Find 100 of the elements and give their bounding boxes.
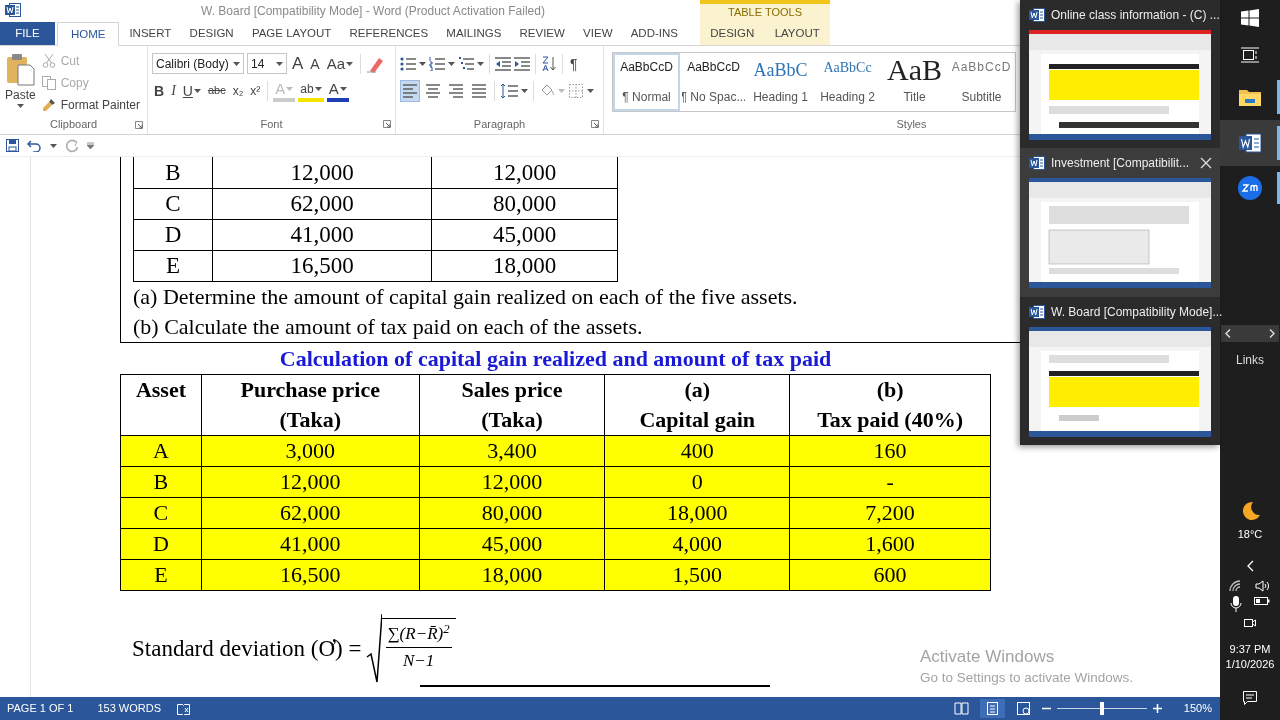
change-case-button[interactable]: Aa: [324, 52, 356, 75]
undo-icon[interactable]: [27, 139, 42, 152]
proofing-icon[interactable]: [177, 702, 190, 715]
window-preview[interactable]: Online class information - (C) ...: [1020, 0, 1220, 149]
multilevel-list-icon[interactable]: [458, 56, 474, 71]
shrink-font-button[interactable]: A: [308, 52, 322, 75]
superscript-button[interactable]: x²: [248, 79, 263, 102]
microphone-icon[interactable]: [1230, 596, 1242, 612]
task-view-icon[interactable]: [1241, 47, 1259, 63]
caret-icon[interactable]: [346, 61, 354, 66]
ribbon-tab[interactable]: FILE: [0, 22, 55, 45]
battery-icon[interactable]: [1254, 596, 1270, 606]
caret-icon[interactable]: [233, 61, 240, 66]
video-meeting-icon[interactable]: [1238, 176, 1262, 200]
zoom-level[interactable]: 150%: [1183, 700, 1212, 717]
show-hidden-icons-icon[interactable]: [1246, 560, 1254, 572]
align-left-icon[interactable]: [400, 79, 420, 102]
caret-icon[interactable]: [477, 61, 484, 66]
windows-logo-icon[interactable]: [1241, 9, 1259, 27]
clock-time[interactable]: 9:37 PM: [1225, 642, 1275, 657]
sort-icon[interactable]: [541, 55, 557, 72]
table-cell: C: [133, 188, 213, 219]
scroll-right-icon[interactable]: [1269, 329, 1275, 338]
table-cell: 16,500: [212, 250, 432, 281]
formula-label: Standard deviation (Ơ) =: [132, 634, 362, 663]
font-name-field[interactable]: Calibri (Body): [152, 53, 244, 74]
dialog-launcher-icon[interactable]: [591, 120, 599, 128]
dialog-launcher-icon[interactable]: [135, 120, 143, 129]
highlight-button[interactable]: ab: [298, 79, 324, 102]
bullet-list-icon[interactable]: [400, 56, 416, 71]
ribbon-tab[interactable]: PAGE LAYOUT: [243, 22, 340, 45]
bold-button[interactable]: B: [152, 79, 167, 102]
table-cell: 62,000: [212, 188, 432, 219]
font-color-button[interactable]: A: [326, 79, 349, 102]
caret-icon[interactable]: [448, 61, 455, 66]
ribbon-tab[interactable]: REFERENCES: [341, 22, 437, 45]
style-option[interactable]: AaBbCcD ¶ Normal: [613, 53, 680, 111]
save-icon[interactable]: [6, 139, 19, 152]
print-layout-icon[interactable]: [979, 699, 1005, 718]
zoom-in-icon[interactable]: [1152, 704, 1162, 713]
show-marks-button[interactable]: ¶: [568, 52, 580, 75]
notifications-icon[interactable]: [1242, 690, 1258, 706]
table-cell: 7,200: [789, 497, 991, 529]
ribbon-tab[interactable]: INSERT: [121, 22, 180, 45]
subscript-button[interactable]: x₂: [230, 79, 246, 102]
question-text: (a) Determine the amount of capital gain realized on each of the five assets.: [133, 282, 799, 311]
line-spacing-icon[interactable]: [500, 82, 518, 99]
folder-icon[interactable]: [1239, 88, 1261, 106]
close-icon[interactable]: [1200, 157, 1212, 170]
window-preview[interactable]: Investment [Compatibilit...: [1020, 148, 1220, 297]
table-cell: E: [120, 559, 202, 591]
temperature[interactable]: 18°C: [1237, 525, 1263, 542]
table-cell: 0: [604, 466, 790, 498]
camera-icon[interactable]: [1243, 616, 1257, 630]
ribbon-tab[interactable]: REVIEW: [511, 22, 573, 45]
table-cell: 41,000: [201, 528, 420, 560]
ribbon-tab[interactable]: DESIGN: [702, 22, 763, 45]
scroll-left-icon[interactable]: [1225, 329, 1231, 338]
paste-button[interactable]: Paste: [4, 50, 37, 115]
caret-icon[interactable]: [521, 88, 528, 93]
ribbon-tab[interactable]: ADD-INS: [622, 22, 686, 45]
decrease-indent-icon[interactable]: [495, 56, 511, 71]
table-cell: 45,000: [431, 219, 618, 250]
column-header: (Taka): [201, 404, 420, 436]
column-header: Capital gain: [604, 404, 790, 436]
font-size-field[interactable]: 14: [247, 53, 287, 74]
underline-button[interactable]: U: [180, 79, 203, 102]
ribbon-tab[interactable]: DESIGN: [181, 22, 242, 45]
ribbon-tab[interactable]: MAILINGS: [438, 22, 510, 45]
format-painter-button[interactable]: Format Painter: [38, 94, 143, 115]
column-header: Purchase price: [201, 374, 420, 405]
wifi-icon[interactable]: [1229, 580, 1243, 592]
word-icon: [1029, 304, 1045, 319]
ribbon-tab[interactable]: HOME: [57, 22, 120, 46]
clock-date[interactable]: 1/10/2026: [1225, 657, 1275, 672]
caret-icon[interactable]: [339, 86, 347, 91]
dialog-launcher-icon[interactable]: [383, 120, 391, 128]
word-count[interactable]: 153 WORDS: [97, 700, 161, 717]
volume-icon[interactable]: [1255, 580, 1271, 592]
ribbon-tab[interactable]: LAYOUT: [766, 22, 828, 45]
increase-indent-icon[interactable]: [514, 56, 530, 71]
word-icon[interactable]: [1239, 133, 1261, 153]
grow-font-button[interactable]: A: [290, 52, 306, 75]
numbered-list-icon[interactable]: [429, 56, 445, 71]
table-cell: A: [120, 435, 202, 467]
strikethrough-button[interactable]: abc: [205, 79, 228, 102]
caret-icon[interactable]: [193, 88, 201, 93]
page-count[interactable]: PAGE 1 OF 1: [7, 700, 74, 717]
customize-toolbar-icon[interactable]: [87, 142, 94, 149]
italic-button[interactable]: I: [169, 79, 178, 102]
caret-icon[interactable]: [419, 61, 426, 66]
links-toolbar-label[interactable]: Links: [1236, 351, 1264, 369]
ribbon-tab[interactable]: VIEW: [575, 22, 621, 45]
zoom-slider-thumb[interactable]: [1099, 702, 1104, 715]
caret-icon[interactable]: [314, 86, 322, 91]
caret-icon[interactable]: [50, 143, 57, 148]
caret-icon[interactable]: [16, 104, 24, 108]
caret-icon[interactable]: [276, 61, 283, 66]
window-preview[interactable]: W. Board [Compatibility Mode]...: [1020, 296, 1220, 445]
caret-icon[interactable]: [587, 88, 594, 93]
